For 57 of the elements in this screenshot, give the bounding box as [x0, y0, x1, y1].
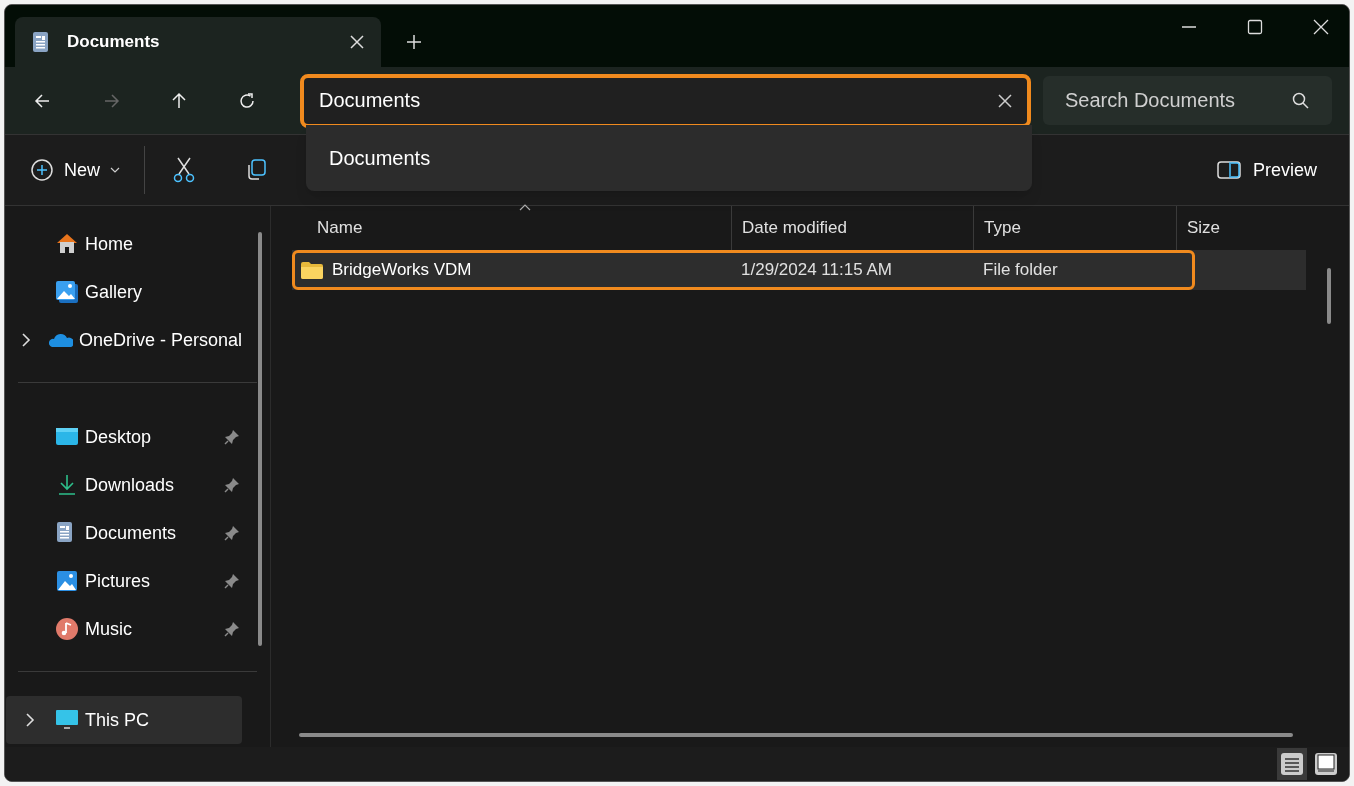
gallery-icon — [55, 280, 79, 304]
sidebar-item[interactable]: Desktop — [6, 413, 242, 461]
maximize-icon[interactable] — [1247, 19, 1263, 35]
close-icon[interactable] — [349, 34, 365, 50]
details-view-icon — [1279, 751, 1305, 777]
sidebar-item[interactable]: Pictures — [6, 557, 242, 605]
sidebar-item[interactable]: This PC — [6, 696, 242, 744]
search-field[interactable]: Search Documents — [1043, 76, 1332, 125]
scissors-icon[interactable] — [172, 157, 196, 183]
column-header[interactable]: Type — [973, 206, 1176, 250]
file-row[interactable]: BridgeWorks VDM 1/29/2024 11:15 AM File folder — [292, 250, 1306, 290]
scrollbar[interactable] — [299, 733, 1293, 737]
new-button[interactable]: New — [28, 148, 122, 192]
refresh-icon[interactable] — [238, 91, 256, 110]
document-icon — [31, 31, 51, 53]
plus-circle-icon — [30, 158, 54, 182]
pin-icon[interactable] — [224, 477, 240, 493]
sidebar-item[interactable]: Gallery — [6, 268, 242, 316]
close-icon[interactable] — [1313, 19, 1329, 35]
sidebar-item[interactable]: Music — [6, 605, 242, 653]
table-cell-text: File folder — [982, 259, 1059, 282]
sidebar-item[interactable]: Home — [6, 220, 242, 268]
chevron-right-icon[interactable] — [21, 333, 32, 347]
sort-caret-icon — [519, 204, 531, 211]
pin-icon[interactable] — [224, 429, 240, 445]
sidebar-item[interactable]: OneDrive - Personal — [6, 316, 242, 364]
caret-icon — [110, 165, 120, 175]
picture-icon — [55, 569, 79, 593]
scrollbar[interactable] — [258, 232, 262, 646]
table-cell-text: BridgeWorks VDM — [332, 259, 472, 282]
search-icon[interactable] — [1292, 92, 1310, 110]
view-button[interactable] — [1277, 748, 1307, 780]
chevron-right-icon[interactable] — [24, 713, 35, 727]
folder-icon — [300, 260, 324, 280]
clear-icon[interactable] — [997, 92, 1013, 109]
pin-icon[interactable] — [224, 621, 240, 637]
column-header[interactable]: Date modified — [731, 206, 973, 250]
up-arrow-icon[interactable] — [170, 91, 188, 110]
forward-arrow-icon[interactable] — [102, 91, 120, 110]
pin-icon[interactable] — [224, 525, 240, 541]
suggestion-item[interactable]: Documents — [306, 138, 1032, 178]
tab[interactable]: Documents — [15, 17, 381, 67]
sidebar-item[interactable]: Documents — [6, 509, 242, 557]
pin-icon[interactable] — [224, 573, 240, 589]
monitor-icon — [55, 708, 79, 732]
panel-icon — [1216, 161, 1241, 179]
add-icon[interactable] — [406, 34, 422, 50]
address-field[interactable]: Documents — [300, 73, 1031, 128]
table-cell-text: 1/29/2024 11:15 AM — [740, 259, 893, 282]
preview-button[interactable]: Preview — [1216, 156, 1317, 184]
back-arrow-icon[interactable] — [34, 91, 52, 110]
column-header[interactable]: Name — [307, 206, 731, 250]
tiles-view-icon — [1313, 751, 1339, 777]
scrollbar[interactable] — [1327, 268, 1331, 324]
music-note-icon — [55, 617, 79, 641]
sidebar-item[interactable]: Downloads — [6, 461, 242, 509]
house-icon — [55, 232, 79, 256]
